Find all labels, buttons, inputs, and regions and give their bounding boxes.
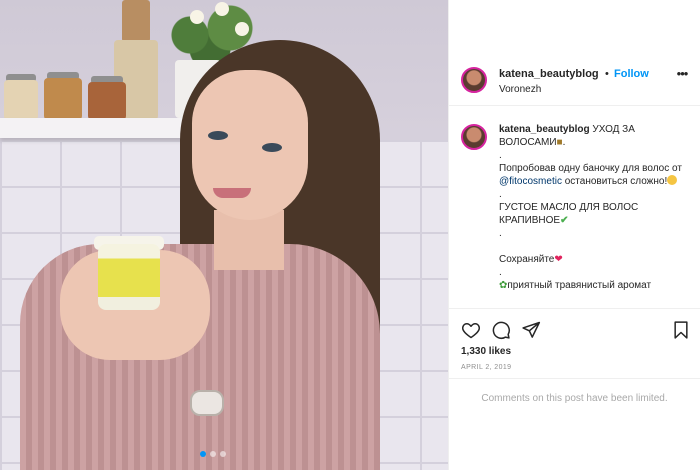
post-date[interactable]: APRIL 2, 2019 (461, 364, 511, 371)
face (192, 70, 308, 220)
caption-dot: . (499, 150, 502, 161)
likes-count[interactable]: 1,330 likes (461, 346, 511, 357)
carousel-dot[interactable] (210, 451, 216, 457)
carousel-dot-active[interactable] (200, 451, 206, 457)
caption-username[interactable]: katena_beautyblog (499, 124, 590, 135)
jar (4, 80, 38, 120)
product-jar (98, 244, 160, 310)
caption-line: . (562, 137, 566, 148)
caption-area: katena_beautyblog УХОД ЗА ВОЛОСАМИ■. . П… (449, 106, 700, 308)
avatar[interactable] (461, 67, 487, 93)
caption-dot: . (499, 189, 502, 200)
heart-icon[interactable] (461, 320, 481, 340)
post-header: katena_beautyblog • Follow Voronezh ••• (449, 54, 700, 106)
caption-line: Сохраняйте (499, 254, 555, 265)
separator-dot: • (605, 68, 609, 80)
eye (208, 131, 228, 140)
post-actions: 1,330 likes APRIL 2, 2019 (449, 308, 700, 388)
carousel-indicator (200, 451, 226, 457)
bookmark-icon[interactable] (671, 320, 691, 340)
more-options-icon[interactable]: ••• (674, 67, 690, 84)
post-side-panel: katena_beautyblog • Follow Voronezh ••• … (448, 0, 700, 470)
kitchen-shelf (0, 118, 190, 138)
check-emoji-icon: ✔ (560, 215, 569, 226)
jar (88, 82, 126, 120)
flower (190, 10, 204, 24)
caption-line: Попробовав одну баночку для волос от (499, 163, 682, 174)
heart-emoji-icon: ❤ (554, 254, 563, 265)
header-username[interactable]: katena_beautyblog (499, 68, 599, 80)
caption-dot: . (499, 228, 502, 239)
wristwatch (190, 390, 224, 416)
caption-dot: . (499, 267, 502, 278)
share-icon[interactable] (521, 320, 541, 340)
comments-limited-notice: Comments on this post have been limited. (449, 378, 700, 418)
flower (235, 22, 249, 36)
caption-line: ГУСТОЕ МАСЛО ДЛЯ ВОЛОС КРАПИВНОЕ (499, 202, 639, 226)
jar-lid (122, 0, 150, 42)
smile-emoji-icon (667, 175, 678, 185)
location-link[interactable]: Voronezh (499, 84, 541, 95)
follow-button[interactable]: Follow (614, 68, 649, 80)
smile (213, 188, 251, 198)
mention-link[interactable]: @fitocosmetic (499, 176, 562, 187)
caption-text: katena_beautyblog УХОД ЗА ВОЛОСАМИ■. . П… (499, 123, 689, 292)
caption-line: остановиться сложно! (561, 176, 668, 187)
avatar[interactable] (461, 124, 487, 150)
caption-line: приятный травянистый аромат (507, 280, 652, 291)
eye (262, 143, 282, 152)
jar (44, 78, 82, 120)
post-photo[interactable] (0, 0, 448, 470)
comment-icon[interactable] (491, 320, 511, 340)
carousel-dot[interactable] (220, 451, 226, 457)
flower (215, 2, 229, 16)
